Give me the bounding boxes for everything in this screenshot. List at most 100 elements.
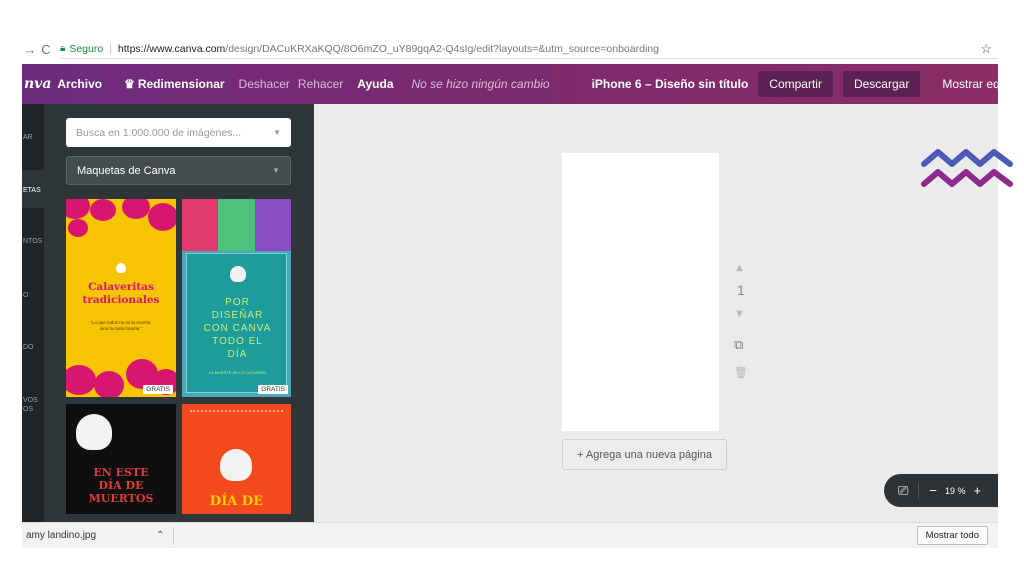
duplicate-page-icon[interactable]: ⧉ <box>734 337 743 353</box>
rail-item-elements[interactable]: NTOS <box>22 238 44 245</box>
banner-flag <box>255 199 291 251</box>
design-page[interactable] <box>562 153 719 431</box>
template-title-line: CON CANVA <box>203 323 272 334</box>
move-up-icon[interactable]: ▲ <box>734 262 745 274</box>
show-all-button[interactable]: Mostrar todo <box>916 526 988 545</box>
template-subtitle: "Lo que todos no es la muerte, sino la m… <box>76 320 166 332</box>
screen: { "browser": { "back_icon": "back-arrow"… <box>0 0 1024 576</box>
template-subtitle: LA MUERTE DE LO LLEVAREN <box>208 370 267 375</box>
show-team-button[interactable]: Mostrar equipo <box>942 77 1022 91</box>
template-title: EN ESTE DÍA DE MUERTOS <box>66 466 176 505</box>
skull-icon <box>116 263 126 273</box>
template-title-line: Calaveritas <box>88 281 154 293</box>
chevron-down-icon[interactable]: ▼ <box>273 128 281 137</box>
zoom-control: ⎚ − 19 % + <box>884 474 998 507</box>
move-down-icon[interactable]: ▼ <box>734 308 745 320</box>
dotted-border <box>190 410 283 412</box>
template-dia-de[interactable]: DÍA DE <box>182 404 291 514</box>
menu-redimensionar-label: Redimensionar <box>137 77 225 91</box>
menu-rehacer[interactable]: Rehacer <box>298 77 343 91</box>
category-label: Maquetas de Canva <box>77 164 176 177</box>
free-badge: GRATIS <box>258 385 288 394</box>
template-subtitle-line: sino la mala muerte." <box>99 326 143 331</box>
lock-icon: 🔒︎ <box>60 43 66 54</box>
download-file-name[interactable]: amy landino.jpg <box>22 530 150 541</box>
template-title-line: tradicionales <box>82 294 160 306</box>
menu-redimensionar[interactable]: ♛ Redimensionar <box>124 77 224 91</box>
rail-item-uploads-2[interactable]: OS <box>22 406 44 413</box>
chevron-up-icon[interactable]: ⌃ <box>156 530 168 541</box>
templates-panel: Busca en 1.000.000 de imágenes... ▼ Maqu… <box>44 104 314 522</box>
template-title-line: DÍA DE <box>98 479 144 492</box>
zoom-in-button[interactable]: + <box>974 483 982 498</box>
free-badge: GRATIS <box>143 385 173 394</box>
rail-item-search[interactable]: AR <box>22 134 44 141</box>
flower-decoration <box>66 199 90 219</box>
editor-topbar: nva Archivo ♛ Redimensionar Deshacer Reha… <box>22 64 1022 104</box>
flower-decoration <box>68 219 88 237</box>
side-rail: AR ETAS NTOS O DO VOS OS <box>22 104 44 522</box>
banner-flag <box>218 199 255 251</box>
template-title: POR DISEÑAR CON CANVA TODO EL DÍA <box>187 296 288 361</box>
save-status: No se hizo ningún cambio <box>411 77 550 91</box>
rail-item-text[interactable]: O <box>22 292 44 299</box>
zoom-level: 19 % <box>945 485 966 496</box>
template-title-line: DISEÑAR <box>211 310 264 321</box>
url-host: https://www.canva.com <box>117 42 226 55</box>
add-page-button[interactable]: + Agrega una nueva página <box>562 439 727 470</box>
delete-page-icon[interactable]: 🗑︎ <box>734 366 748 379</box>
rail-item-background[interactable]: DO <box>22 344 44 351</box>
rail-item-uploads[interactable]: VOS <box>22 397 44 404</box>
flower-decoration <box>148 203 176 231</box>
template-title-line: DÍA <box>227 349 248 360</box>
zoom-divider <box>918 482 920 499</box>
template-title-line: EN ESTE <box>93 466 149 479</box>
flower-decoration <box>66 365 96 395</box>
page-number: 1 <box>737 282 745 298</box>
flower-decoration <box>90 199 116 221</box>
template-title: Calaveritas tradicionales <box>66 281 176 307</box>
skull-icon <box>230 266 246 282</box>
search-placeholder: Busca en 1.000.000 de imágenes... <box>76 126 242 139</box>
zoom-out-button[interactable]: − <box>929 483 937 498</box>
reload-icon[interactable]: C <box>38 42 54 57</box>
template-calaveritas[interactable]: Calaveritas tradicionales "Lo que todos … <box>66 199 176 397</box>
template-title-line: MUERTOS <box>88 492 154 505</box>
browser-toolbar: → C 🔒︎ Seguro | https://www.canva.com /d… <box>22 38 998 60</box>
banner-flag <box>182 199 218 251</box>
papel-picado-banner <box>182 199 291 251</box>
download-button[interactable]: Descargar <box>842 71 921 97</box>
crown-icon: ♛ <box>124 77 135 91</box>
template-por-disenar[interactable]: POR DISEÑAR CON CANVA TODO EL DÍA LA MUE… <box>182 199 291 397</box>
template-en-este-dia[interactable]: EN ESTE DÍA DE MUERTOS <box>66 404 176 514</box>
menu-archivo[interactable]: Archivo <box>57 77 102 91</box>
template-title: DÍA DE <box>209 494 264 509</box>
share-button[interactable]: Compartir <box>758 71 833 97</box>
zigzag-decoration <box>921 149 1013 187</box>
url-path: /design/DACuKRXaKQQ/8O6mZO_uY89gqA2-Q4sI… <box>225 42 659 55</box>
menu-ayuda[interactable]: Ayuda <box>357 77 393 91</box>
address-separator: | <box>109 42 112 55</box>
template-title-line: POR <box>225 297 250 308</box>
secure-label: Seguro <box>69 42 104 55</box>
template-inner-frame: POR DISEÑAR CON CANVA TODO EL DÍA LA MUE… <box>186 253 287 393</box>
menu-deshacer[interactable]: Deshacer <box>239 77 290 91</box>
downloads-bar: amy landino.jpg ⌃ Mostrar todo <box>22 522 998 548</box>
design-workspace: ▲ 1 ▼ ⧉ 🗑︎ + Agrega una nueva página ⎚ −… <box>314 104 998 522</box>
image-search-input[interactable]: Busca en 1.000.000 de imágenes... ▼ <box>66 118 291 147</box>
address-bar[interactable]: 🔒︎ Seguro | https://www.canva.com /desig… <box>60 39 998 59</box>
bookmark-star-icon[interactable]: ☆ <box>980 41 998 57</box>
template-title-line: TODO EL <box>212 336 263 347</box>
skull-icon <box>76 414 112 450</box>
flower-decoration <box>122 199 150 219</box>
design-title[interactable]: iPhone 6 – Diseño sin título <box>592 77 749 91</box>
present-icon[interactable]: ⎚ <box>898 483 908 499</box>
forward-arrow-icon[interactable]: → <box>22 42 38 57</box>
rail-item-templates[interactable]: ETAS <box>22 170 44 208</box>
flower-decoration <box>94 371 124 397</box>
category-select[interactable]: Maquetas de Canva ▼ <box>66 156 291 185</box>
skull-icon <box>220 449 252 481</box>
canva-logo[interactable]: nva <box>22 76 51 92</box>
chevron-down-icon: ▼ <box>272 166 280 175</box>
download-divider <box>173 526 174 545</box>
